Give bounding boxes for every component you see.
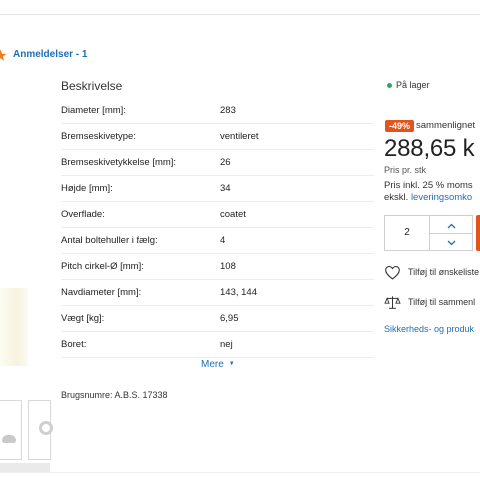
caret-down-icon: ▼ <box>228 361 235 368</box>
stock-status-label: På lager <box>396 80 430 90</box>
thumbnail-1[interactable] <box>0 400 22 460</box>
divider <box>0 472 480 473</box>
thumbnail-scrollbar[interactable] <box>0 463 50 472</box>
spec-label: Højde [mm]: <box>61 183 113 194</box>
spec-label: Overflade: <box>61 209 105 220</box>
spec-row: Pitch cirkel-Ø [mm]: 108 <box>61 254 374 280</box>
scale-icon <box>384 295 401 309</box>
spec-row: Bremseskivetykkelse [mm]: 26 <box>61 150 374 176</box>
quantity-input[interactable]: 2 <box>385 216 430 250</box>
compare-price-text: sammenlignet <box>416 120 476 131</box>
spec-label: Bremseskivetykkelse [mm]: <box>61 157 177 168</box>
spec-label: Navdiameter [mm]: <box>61 287 142 298</box>
spec-value: 26 <box>220 157 231 168</box>
excl-prefix: ekskl. <box>384 192 409 203</box>
spec-value: 34 <box>220 183 231 194</box>
add-to-wishlist-button[interactable]: Tilføj til ønskeliste <box>384 264 479 280</box>
thumbnail-2[interactable] <box>28 400 53 460</box>
spec-label: Antal boltehuller i fælg: <box>61 235 158 246</box>
quantity-increase-button[interactable] <box>430 216 473 234</box>
reviews-link[interactable]: Anmeldelser - 1 <box>13 49 87 60</box>
spec-label: Bremseskivetype: <box>61 131 136 142</box>
price-incl-vat: Pris inkl. 25 % moms <box>384 180 473 191</box>
add-to-compare-button[interactable]: Tilføj til sammenl <box>384 294 475 310</box>
more-label: Mere <box>201 359 224 370</box>
description-title: Beskrivelse <box>61 79 123 93</box>
spec-row: Boret: nej <box>61 332 374 358</box>
spec-row: Højde [mm]: 34 <box>61 176 374 202</box>
spec-row: Navdiameter [mm]: 143, 144 <box>61 280 374 306</box>
spec-value: 143, 144 <box>220 287 257 298</box>
brake-disc-thumb-image <box>39 421 53 435</box>
spec-label: Diameter [mm]: <box>61 105 126 116</box>
spec-value: coatet <box>220 209 246 220</box>
spec-value: 6,95 <box>220 313 239 324</box>
product-image[interactable] <box>0 288 28 366</box>
stock-status: På lager <box>387 80 430 90</box>
safety-info-link[interactable]: Sikkerheds- og produk <box>384 324 474 334</box>
spec-row: Diameter [mm]: 283 <box>61 98 374 124</box>
spec-table: Diameter [mm]: 283 Bremseskivetype: vent… <box>61 98 374 358</box>
discount-badge: -49% <box>385 120 415 132</box>
compare-label: Tilføj til sammenl <box>408 297 476 307</box>
chevron-up-icon <box>447 223 456 229</box>
more-button[interactable]: Mere ▼ <box>201 359 235 370</box>
top-bar <box>0 0 480 15</box>
spec-row: Bremseskivetype: ventileret <box>61 124 374 150</box>
delivery-cost-link[interactable]: leveringsomko <box>411 192 472 203</box>
spec-label: Pitch cirkel-Ø [mm]: <box>61 261 144 272</box>
heart-icon <box>385 265 400 280</box>
spec-value: 283 <box>220 105 236 116</box>
spec-value: ventileret <box>220 131 259 142</box>
spec-label: Vægt [kg]: <box>61 313 105 324</box>
spec-label: Boret: <box>61 339 87 350</box>
spec-row: Antal boltehuller i fælg: 4 <box>61 228 374 254</box>
chevron-down-icon <box>447 240 456 246</box>
spec-row: Overflade: coatet <box>61 202 374 228</box>
quantity-stepper[interactable]: 2 <box>384 215 473 251</box>
price: 288,65 k <box>384 135 475 162</box>
excl-delivery-text: ekskl. leveringsomko <box>384 192 472 203</box>
wishlist-label: Tilføj til ønskeliste <box>408 267 480 277</box>
add-to-cart-button[interactable] <box>476 215 480 251</box>
spec-value: 4 <box>220 235 226 246</box>
in-stock-dot-icon <box>387 83 392 89</box>
price-per-unit: Pris pr. stk <box>384 165 427 175</box>
quantity-decrease-button[interactable] <box>430 233 473 250</box>
spec-row: Vægt [kg]: 6,95 <box>61 306 374 332</box>
usage-numbers: Brugsnumre: A.B.S. 17338 <box>61 390 168 400</box>
spec-value: 108 <box>220 261 236 272</box>
spec-value: nej <box>220 339 233 350</box>
star-icon <box>0 49 7 61</box>
brake-disc-thumb-image <box>2 435 16 443</box>
